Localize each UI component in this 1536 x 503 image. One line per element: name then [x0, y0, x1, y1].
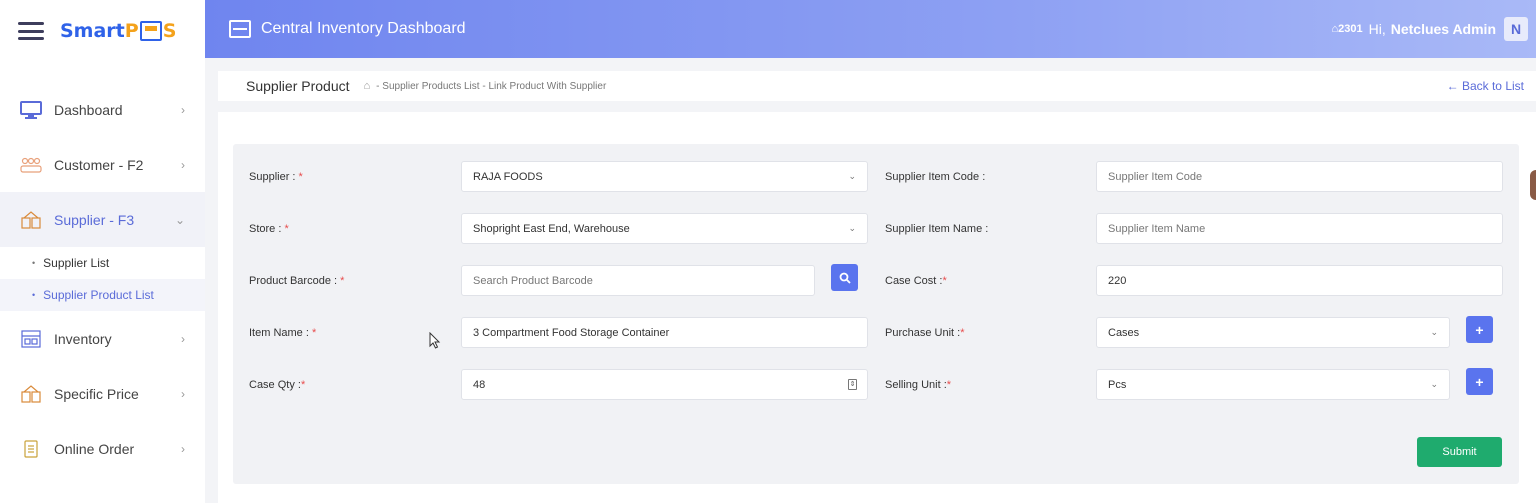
sidebar-item-dashboard[interactable]: Dashboard ›: [0, 82, 205, 137]
sidebar-item-label: Inventory: [54, 330, 112, 347]
sidebar: Smart PS Dashboard › Customer - F2 › Sup…: [0, 0, 205, 503]
pos-register-icon: [139, 21, 162, 41]
supplier-item-name-input[interactable]: Supplier Item Name: [1096, 213, 1503, 244]
sidebar-item-specific-price[interactable]: Specific Price ›: [0, 366, 205, 421]
sidebar-subitem-label: Supplier List: [43, 256, 110, 270]
price-tag-icon: [20, 384, 42, 404]
avatar[interactable]: N: [1504, 17, 1528, 41]
sidebar-item-label: Supplier - F3: [54, 211, 135, 228]
supplier-item-code-input[interactable]: Supplier Item Code: [1096, 161, 1503, 192]
selling-unit-value: Pcs: [1108, 378, 1127, 391]
store-icon: [229, 20, 251, 38]
chevron-right-icon: ›: [181, 102, 185, 117]
chevron-down-icon: ⌄: [848, 223, 856, 233]
supplier-icon: [20, 210, 42, 230]
sidebar-subitem-supplier-product-list[interactable]: • Supplier Product List: [0, 279, 205, 311]
sidebar-item-supplier[interactable]: Supplier - F3 ⌄: [0, 192, 205, 247]
item-name-input[interactable]: 3 Compartment Food Storage Container: [461, 317, 868, 348]
case-qty-value: 48: [473, 378, 486, 391]
barcode-placeholder: Search Product Barcode: [473, 274, 593, 287]
supplier-select[interactable]: RAJA FOODS ⌄: [461, 161, 868, 192]
case-cost-value: 220: [1108, 274, 1127, 287]
purchase-unit-value: Cases: [1108, 326, 1140, 339]
sidebar-nav: Dashboard › Customer - F2 › Supplier - F…: [0, 82, 205, 476]
case-qty-input[interactable]: 48 ⇕: [461, 369, 868, 400]
side-widget-tab[interactable]: [1530, 170, 1536, 200]
greeting-text: Hi,: [1368, 21, 1386, 37]
selling-unit-label: Selling Unit :*: [885, 379, 952, 391]
purchase-unit-select[interactable]: Cases ⌄: [1096, 317, 1450, 348]
chevron-down-icon: ⌄: [174, 212, 185, 227]
item-name-label: Item Name : *: [249, 327, 317, 339]
monitor-icon: [20, 100, 42, 120]
sidebar-item-label: Customer - F2: [54, 156, 144, 173]
case-cost-input[interactable]: 220: [1096, 265, 1503, 296]
sidebar-item-label: Specific Price: [54, 385, 139, 402]
add-purchase-unit-button[interactable]: +: [1466, 316, 1493, 343]
sidebar-item-online-order[interactable]: Online Order ›: [0, 421, 205, 476]
item-name-value: 3 Compartment Food Storage Container: [473, 326, 670, 339]
clipboard-icon: [20, 439, 42, 459]
search-barcode-button[interactable]: [831, 264, 858, 291]
breadcrumb: Supplier Product ⌂ - Supplier Products L…: [218, 71, 1536, 101]
plus-icon: +: [1475, 373, 1484, 390]
store-select[interactable]: Shopright East End, Warehouse ⌄: [461, 213, 868, 244]
users-icon: [20, 155, 42, 175]
store-label: Store : *: [249, 223, 289, 235]
home-icon[interactable]: ⌂: [364, 80, 371, 92]
sidebar-subitem-supplier-list[interactable]: • Supplier List: [0, 247, 205, 279]
sidebar-subitem-label: Supplier Product List: [43, 288, 154, 302]
supplier-item-code-placeholder: Supplier Item Code: [1108, 170, 1203, 183]
bullet-icon: •: [32, 258, 36, 268]
supplier-item-code-label: Supplier Item Code :: [885, 171, 986, 183]
add-selling-unit-button[interactable]: +: [1466, 368, 1493, 395]
product-barcode-label: Product Barcode : *: [249, 275, 345, 287]
back-to-list-link[interactable]: ← Back to List: [1447, 79, 1524, 93]
top-header: Central Inventory Dashboard ⌂2301 Hi, Ne…: [205, 0, 1536, 58]
sidebar-item-label: Dashboard: [54, 101, 123, 118]
chevron-down-icon: ⌄: [848, 171, 856, 181]
supplier-item-name-label: Supplier Item Name :: [885, 223, 989, 235]
main-card: Supplier : * RAJA FOODS ⌄ Store : * Shop…: [218, 112, 1536, 503]
supplier-value: RAJA FOODS: [473, 170, 543, 183]
product-barcode-input[interactable]: Search Product Barcode: [461, 265, 815, 296]
sidebar-item-label: Online Order: [54, 440, 135, 457]
user-name[interactable]: Netclues Admin: [1391, 21, 1496, 37]
chevron-right-icon: ›: [181, 331, 185, 346]
submit-button[interactable]: Submit: [1417, 437, 1502, 467]
supplier-label: Supplier : *: [249, 171, 303, 183]
smart-pos-logo[interactable]: Smart PS: [60, 20, 176, 42]
stepper-icon[interactable]: ⇕: [848, 379, 857, 390]
notification-badge[interactable]: ⌂2301: [1331, 23, 1362, 35]
case-cost-label: Case Cost :*: [885, 275, 947, 287]
chevron-down-icon: ⌄: [1430, 379, 1438, 389]
plus-icon: +: [1475, 321, 1484, 338]
chevron-right-icon: ›: [181, 441, 185, 456]
supplier-item-name-placeholder: Supplier Item Name: [1108, 222, 1206, 235]
chevron-down-icon: ⌄: [1430, 327, 1438, 337]
chevron-right-icon: ›: [181, 157, 185, 172]
sidebar-item-inventory[interactable]: Inventory ›: [0, 311, 205, 366]
purchase-unit-label: Purchase Unit :*: [885, 327, 965, 339]
chevron-right-icon: ›: [181, 386, 185, 401]
mouse-cursor-icon: [429, 331, 441, 355]
brand-bar: Smart PS: [0, 0, 205, 62]
hamburger-menu-icon[interactable]: [18, 22, 44, 40]
section-title: Supplier Product: [246, 78, 350, 94]
page-title: Central Inventory Dashboard: [261, 20, 466, 37]
store-value: Shopright East End, Warehouse: [473, 222, 630, 235]
case-qty-label: Case Qty :*: [249, 379, 306, 391]
selling-unit-select[interactable]: Pcs ⌄: [1096, 369, 1450, 400]
search-icon: [839, 272, 851, 284]
bullet-icon: •: [32, 290, 36, 300]
breadcrumb-trail[interactable]: - Supplier Products List - Link Product …: [376, 81, 606, 92]
link-product-form: Supplier : * RAJA FOODS ⌄ Store : * Shop…: [233, 144, 1519, 484]
inventory-icon: [20, 329, 42, 349]
user-area: ⌂2301 Hi, Netclues Admin N: [1331, 17, 1528, 41]
sidebar-item-customer[interactable]: Customer - F2 ›: [0, 137, 205, 192]
